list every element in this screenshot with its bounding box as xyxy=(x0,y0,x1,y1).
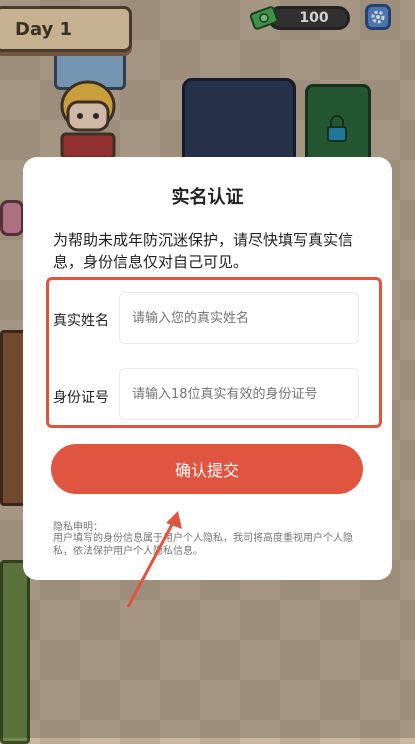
name-input[interactable] xyxy=(119,292,359,344)
name-label: 真实姓名 xyxy=(53,313,109,329)
dialog-title: 实名认证 xyxy=(171,187,244,208)
id-number-input[interactable] xyxy=(119,368,359,420)
real-name-dialog: 实名认证 为帮助未成年防沉迷保护，请尽快填写真实信息，身份信息仅对自己可见。 真… xyxy=(23,157,392,580)
privacy-title: 隐私申明： xyxy=(53,522,103,533)
id-number-label: 身份证号 xyxy=(53,390,109,406)
confirm-submit-button[interactable]: 确认提交 xyxy=(51,444,363,494)
privacy-text: 用户填写的身份信息属于用户个人隐私，我司将高度重视用户个人隐私，依法保护用户个人… xyxy=(53,533,353,557)
dialog-description: 为帮助未成年防沉迷保护，请尽快填写真实信息，身份信息仅对自己可见。 xyxy=(53,231,354,271)
pointer-arrow-icon xyxy=(126,511,182,608)
